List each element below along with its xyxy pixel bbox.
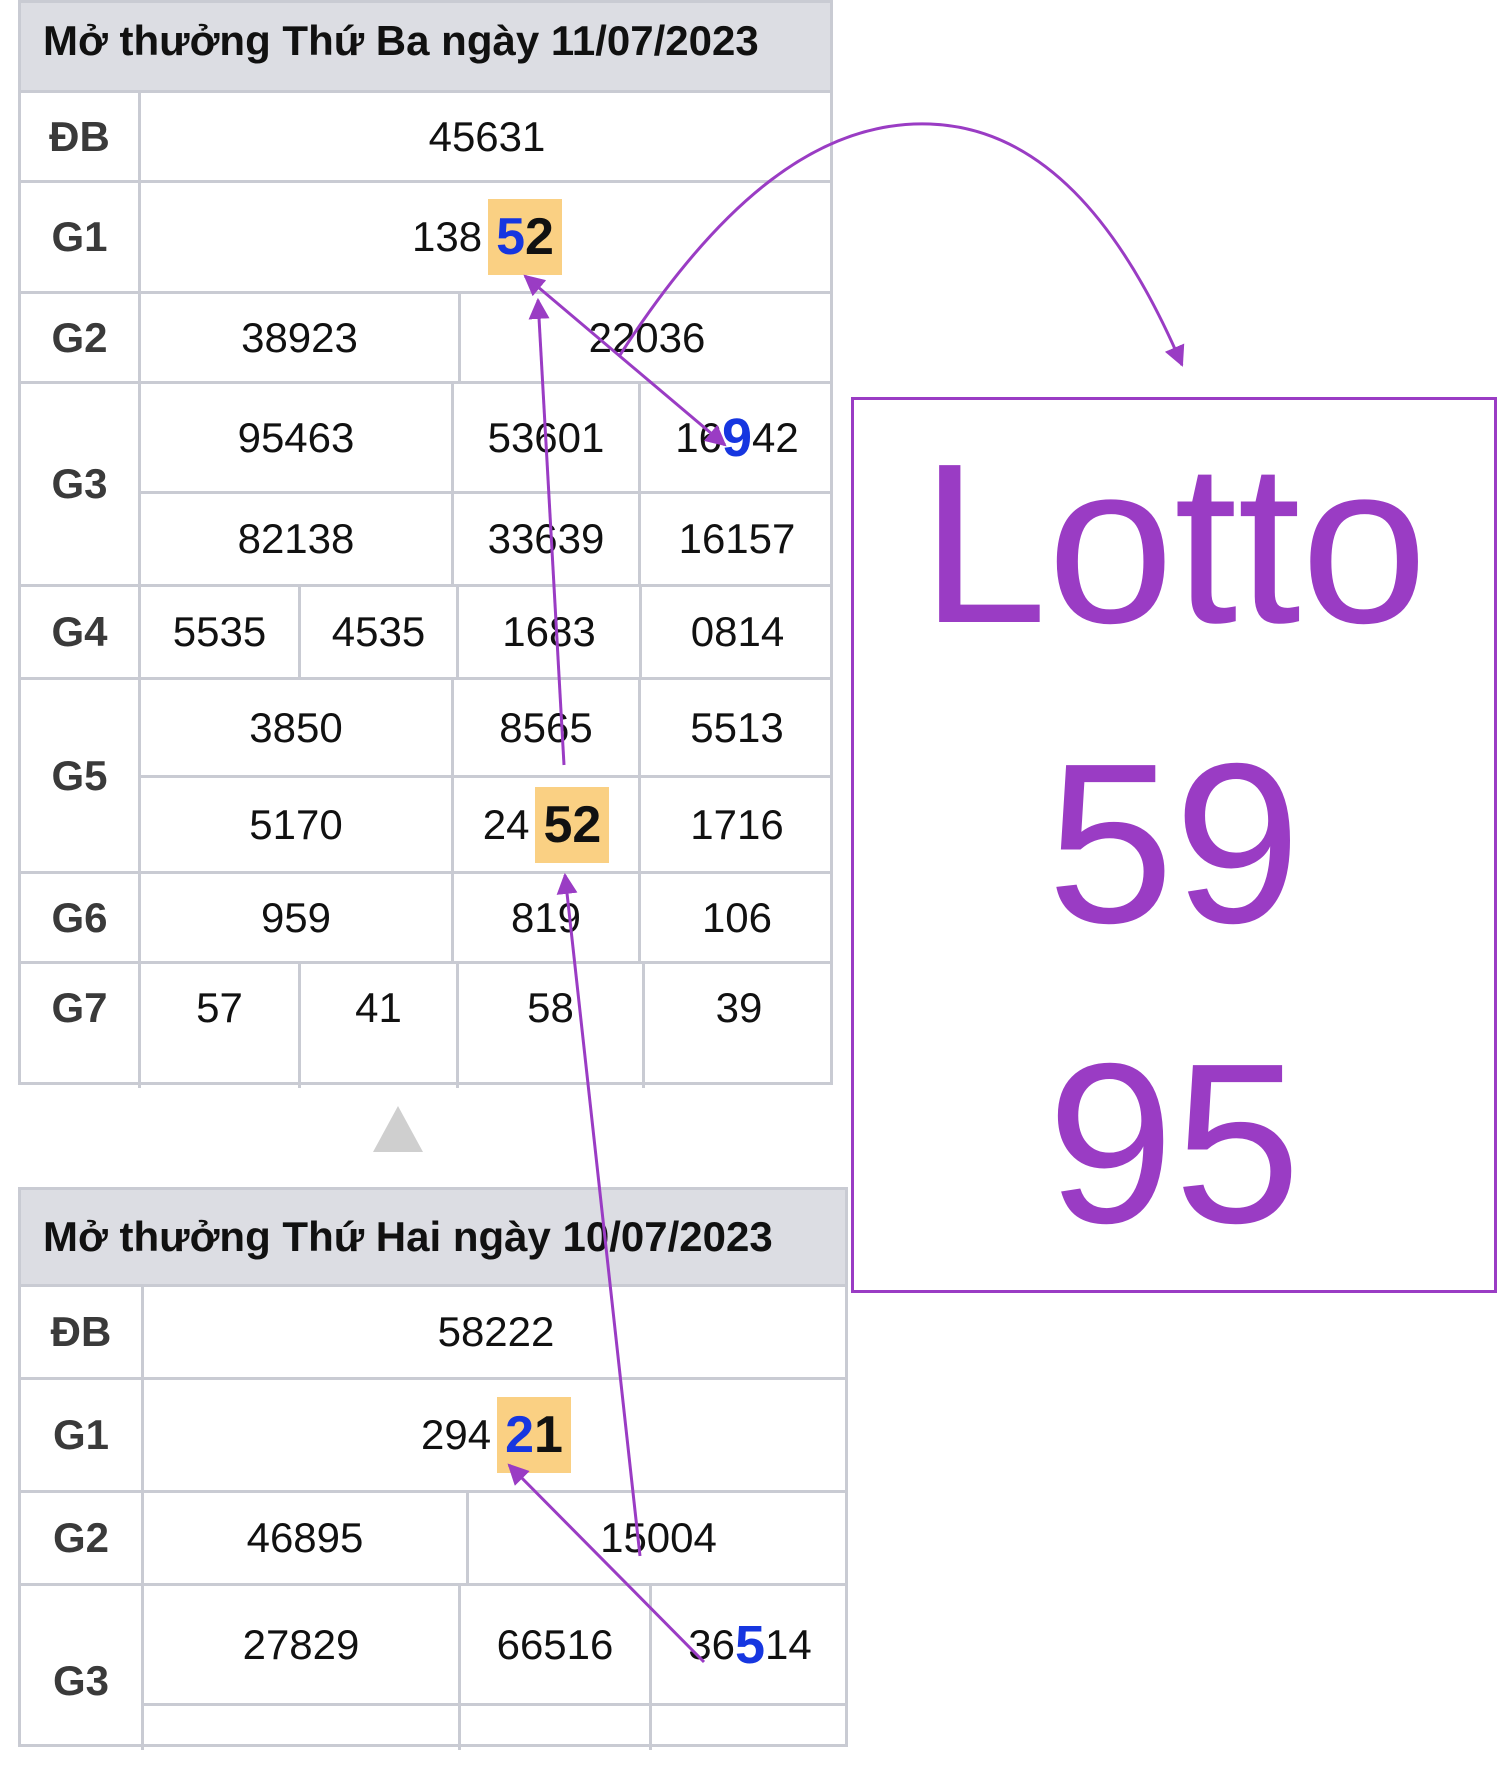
label-g6: G6: [51, 893, 108, 941]
lotto-heading: Lotto: [920, 417, 1428, 671]
prize-g2-1: 46895: [246, 1514, 364, 1561]
highlight-digit: 5: [496, 208, 526, 266]
prize-g1-prefix: 294: [421, 1411, 492, 1458]
highlight-digit: 2: [525, 208, 554, 266]
prize-g5-3: 5513: [690, 703, 784, 751]
prize-g5-1: 3850: [249, 703, 343, 751]
prize-g5-2: 8565: [499, 703, 593, 751]
label-g2: G2: [52, 1514, 110, 1561]
label-g1: G1: [51, 213, 108, 260]
marked-digit: 9: [721, 407, 753, 468]
highlight-g1-tail: 52: [488, 199, 562, 275]
prize-g2-2: 22036: [588, 313, 706, 361]
label-g4: G4: [51, 608, 108, 655]
highlight-g1-tail: 21: [497, 1397, 571, 1473]
prize-g4-1: 5535: [172, 608, 267, 655]
prize-g7-4: 39: [715, 983, 763, 1031]
prize-g1-prefix: 138: [412, 213, 483, 260]
label-g7: G7: [51, 983, 108, 1031]
highlight-digit: 2: [505, 1406, 535, 1464]
lotto-prediction-box: Lotto 59 95: [851, 397, 1497, 1293]
lotto-number-1: 59: [1047, 717, 1301, 971]
label-g3: G3: [51, 460, 108, 507]
prize-g3-1: 95463: [237, 413, 355, 461]
label-g3: G3: [52, 1657, 110, 1704]
prize-g5-6: 1716: [690, 800, 784, 848]
triangle-up-icon[interactable]: [373, 1106, 423, 1152]
prize-g1: 138 52: [141, 183, 833, 291]
prize-g6-2: 819: [510, 893, 582, 941]
label-db: ĐB: [50, 1308, 112, 1355]
result-board-2023-07-11: Mở thưởng Thứ Ba ngày 11/07/2023 ĐB G1 G…: [18, 0, 833, 1088]
prize-g2-2: 15004: [600, 1514, 717, 1561]
prize-g4-4: 0814: [690, 608, 785, 655]
prize-g7-1: 57: [196, 983, 243, 1031]
digits: 42: [752, 413, 799, 461]
digits: 36: [688, 1620, 735, 1668]
prize-db: 58222: [437, 1308, 555, 1355]
prize-g3-2: 53601: [487, 413, 605, 461]
prize-g5-5: 24 52: [454, 778, 638, 871]
prize-db: 45631: [428, 112, 546, 160]
prize-g3-2: 66516: [496, 1620, 614, 1668]
prize-g5-4: 5170: [249, 800, 343, 848]
board-title: Mở thưởng Thứ Ba ngày 11/07/2023: [21, 3, 830, 90]
prize-g3-3: 36 5 14: [652, 1586, 848, 1703]
prize-g4-2: 4535: [331, 608, 426, 655]
prize-g3-4: 82138: [237, 515, 355, 562]
prize-g7-3: 58: [527, 983, 574, 1031]
prize-g6-1: 959: [260, 893, 332, 941]
label-g2: G2: [51, 313, 108, 361]
prize-g2-1: 38923: [241, 313, 358, 361]
prize-g3-5: 33639: [487, 515, 605, 562]
highlight-digit: 1: [534, 1406, 563, 1464]
lotto-number-2: 95: [1047, 1017, 1301, 1271]
prize-g3-3: 16 9 42: [641, 384, 833, 491]
label-g1: G1: [52, 1411, 110, 1458]
prize-g4-3: 1683: [502, 608, 596, 655]
label-db: ĐB: [49, 112, 110, 160]
prize-g3-6: 16157: [678, 515, 796, 562]
digits: 14: [765, 1620, 812, 1668]
board-title: Mở thưởng Thứ Hai ngày 10/07/2023: [21, 1190, 845, 1284]
prize-g3-1: 27829: [242, 1620, 360, 1668]
digits: 24: [482, 800, 530, 848]
label-g5: G5: [51, 751, 108, 799]
prize-g1: 294 21: [144, 1380, 848, 1490]
digits: 16: [675, 413, 722, 461]
prize-g6-3: 106: [701, 893, 773, 941]
highlight-g5-tail: 52: [535, 786, 610, 863]
marked-digit: 5: [734, 1614, 766, 1675]
prize-g7-2: 41: [355, 983, 402, 1031]
result-board-2023-07-10: Mở thưởng Thứ Hai ngày 10/07/2023 ĐB G1 …: [18, 1187, 848, 1750]
